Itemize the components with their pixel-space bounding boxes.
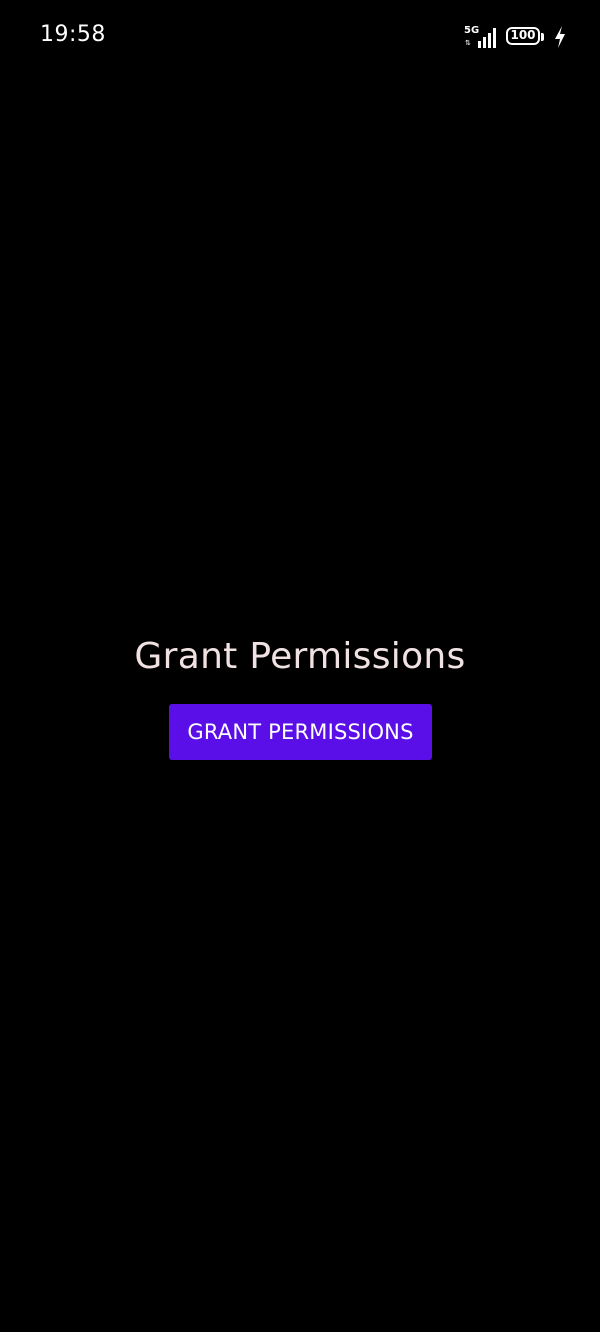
main-content: Grant Permissions GRANT PERMISSIONS bbox=[0, 0, 600, 1332]
grant-permissions-button[interactable]: GRANT PERMISSIONS bbox=[169, 704, 432, 760]
page-title: Grant Permissions bbox=[134, 636, 466, 677]
